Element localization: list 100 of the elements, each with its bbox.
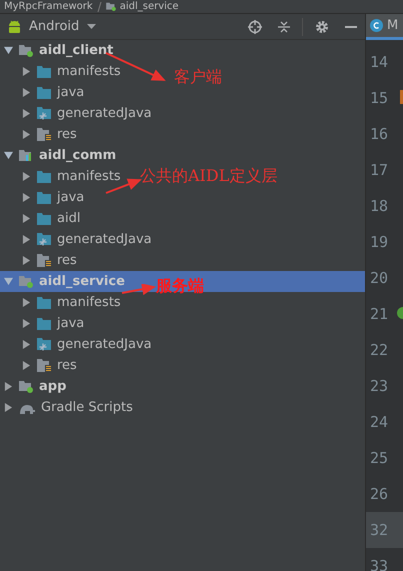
tree-item-label: generatedJava bbox=[57, 336, 152, 354]
expand-arrow-icon[interactable] bbox=[22, 298, 31, 307]
tree-item[interactable]: Gradle Scripts bbox=[4, 398, 133, 418]
breadcrumb-item[interactable]: MyRpcFramework bbox=[4, 2, 93, 12]
tree-item-label: aidl_client bbox=[39, 42, 114, 60]
module-folder-icon bbox=[19, 44, 33, 57]
module-folder-icon bbox=[106, 2, 116, 11]
settings-icon[interactable] bbox=[315, 20, 329, 34]
expand-arrow-icon[interactable] bbox=[22, 340, 31, 349]
expand-arrow-icon[interactable] bbox=[4, 403, 13, 412]
line-number: 20 bbox=[369, 268, 390, 289]
line-number: 19 bbox=[369, 232, 390, 253]
editor-tab-label: M bbox=[387, 19, 398, 32]
line-number: 15 bbox=[369, 88, 390, 109]
tree-item-label: java bbox=[57, 84, 84, 102]
line-number: 22 bbox=[369, 340, 390, 361]
tree-item-label: aidl_service bbox=[39, 272, 125, 291]
view-dropdown[interactable]: Android bbox=[29, 16, 96, 36]
tree-item-label: res bbox=[57, 356, 77, 375]
android-icon bbox=[8, 20, 21, 34]
tree-item[interactable]: app bbox=[4, 376, 66, 396]
caret-icon bbox=[87, 24, 96, 29]
collapse-arrow-icon[interactable] bbox=[4, 277, 13, 286]
folder-icon bbox=[37, 170, 51, 182]
locate-icon[interactable] bbox=[248, 20, 262, 34]
expand-arrow-icon[interactable] bbox=[22, 88, 31, 97]
editor-tab[interactable]: M bbox=[366, 14, 403, 40]
module-folder-icon bbox=[19, 380, 33, 393]
tree-item[interactable]: generatedJava bbox=[22, 230, 152, 250]
generated-folder-icon bbox=[37, 233, 51, 246]
expand-arrow-icon[interactable] bbox=[22, 319, 31, 328]
resource-folder-icon bbox=[37, 254, 51, 267]
breadcrumb-item[interactable]: aidl_service bbox=[120, 2, 179, 12]
expand-arrow-icon[interactable] bbox=[22, 109, 31, 118]
line-number: 23 bbox=[369, 376, 390, 397]
tree-item-label: generatedJava bbox=[57, 104, 152, 123]
line-number: 16 bbox=[369, 124, 390, 145]
collapse-arrow-icon[interactable] bbox=[4, 46, 13, 55]
line-number: 14 bbox=[369, 52, 390, 73]
generated-folder-icon bbox=[37, 338, 51, 351]
class-icon bbox=[370, 19, 383, 32]
tree-item[interactable]: java bbox=[22, 188, 84, 208]
expand-arrow-icon[interactable] bbox=[22, 256, 31, 265]
expand-arrow-icon[interactable] bbox=[4, 382, 13, 391]
module-folder-icon bbox=[19, 275, 33, 288]
expand-arrow-icon[interactable] bbox=[22, 214, 31, 223]
expand-arrow-icon[interactable] bbox=[22, 235, 31, 244]
tree-item[interactable]: res bbox=[22, 250, 77, 270]
tree-item-label: Gradle Scripts bbox=[41, 398, 133, 417]
folder-icon bbox=[37, 66, 51, 78]
expand-arrow-icon[interactable] bbox=[22, 67, 31, 76]
breadcrumb-separator-icon bbox=[96, 2, 102, 12]
collapse-arrow-icon[interactable] bbox=[4, 151, 13, 160]
annotation-text: 客户端 bbox=[174, 69, 222, 85]
line-number: 33 bbox=[369, 556, 390, 571]
tree-item[interactable]: java bbox=[22, 82, 84, 102]
tree-item-label: generatedJava bbox=[57, 230, 152, 249]
tree-item[interactable]: manifests bbox=[22, 292, 121, 312]
tree-item[interactable]: generatedJava bbox=[22, 334, 152, 354]
library-folder-icon bbox=[19, 149, 33, 162]
resource-folder-icon bbox=[37, 128, 51, 141]
tree-item-label: app bbox=[39, 378, 66, 396]
expand-arrow-icon[interactable] bbox=[22, 130, 31, 139]
folder-icon bbox=[37, 86, 51, 98]
line-number: 21 bbox=[369, 304, 390, 325]
line-number: 26 bbox=[369, 484, 390, 505]
tree-item[interactable]: res bbox=[22, 124, 77, 144]
generated-folder-icon bbox=[37, 107, 51, 120]
tree-item[interactable]: java bbox=[22, 314, 84, 334]
tree-item-label: res bbox=[57, 126, 77, 144]
tree-item-label: res bbox=[57, 252, 77, 270]
tree-item[interactable]: manifests bbox=[22, 166, 121, 186]
tree-item[interactable]: aidl_comm bbox=[4, 146, 116, 166]
expand-arrow-icon[interactable] bbox=[22, 361, 31, 370]
tree-item-label: java bbox=[57, 188, 84, 207]
tree-item-label: manifests bbox=[57, 62, 121, 81]
line-number: 17 bbox=[369, 160, 390, 181]
expand-arrow-icon[interactable] bbox=[22, 193, 31, 202]
tree-item-label: manifests bbox=[57, 168, 121, 186]
collapse-all-icon[interactable] bbox=[278, 20, 290, 34]
expand-arrow-icon[interactable] bbox=[22, 172, 31, 181]
tree-item-label: aidl bbox=[57, 210, 80, 228]
tree-item[interactable]: manifests bbox=[22, 62, 121, 82]
folder-icon bbox=[37, 318, 51, 330]
tree-item[interactable]: aidl_client bbox=[4, 40, 114, 60]
resource-folder-icon bbox=[37, 359, 51, 372]
folder-icon bbox=[37, 296, 51, 308]
line-number: 25 bbox=[369, 448, 390, 469]
line-number: 18 bbox=[369, 196, 390, 217]
tree-item-label: aidl_comm bbox=[39, 146, 116, 165]
tree-item[interactable]: generatedJava bbox=[22, 104, 152, 124]
change-marker bbox=[400, 90, 403, 104]
annotation-text: 公共的AIDL定义层 bbox=[140, 168, 278, 184]
line-number: 24 bbox=[369, 412, 390, 433]
annotation-text: 服务端 bbox=[156, 278, 204, 294]
minimize-icon[interactable] bbox=[345, 26, 357, 28]
tree-item[interactable]: aidl bbox=[22, 208, 80, 228]
folder-icon bbox=[37, 212, 51, 224]
folder-icon bbox=[37, 192, 51, 204]
tree-item[interactable]: res bbox=[22, 356, 77, 376]
